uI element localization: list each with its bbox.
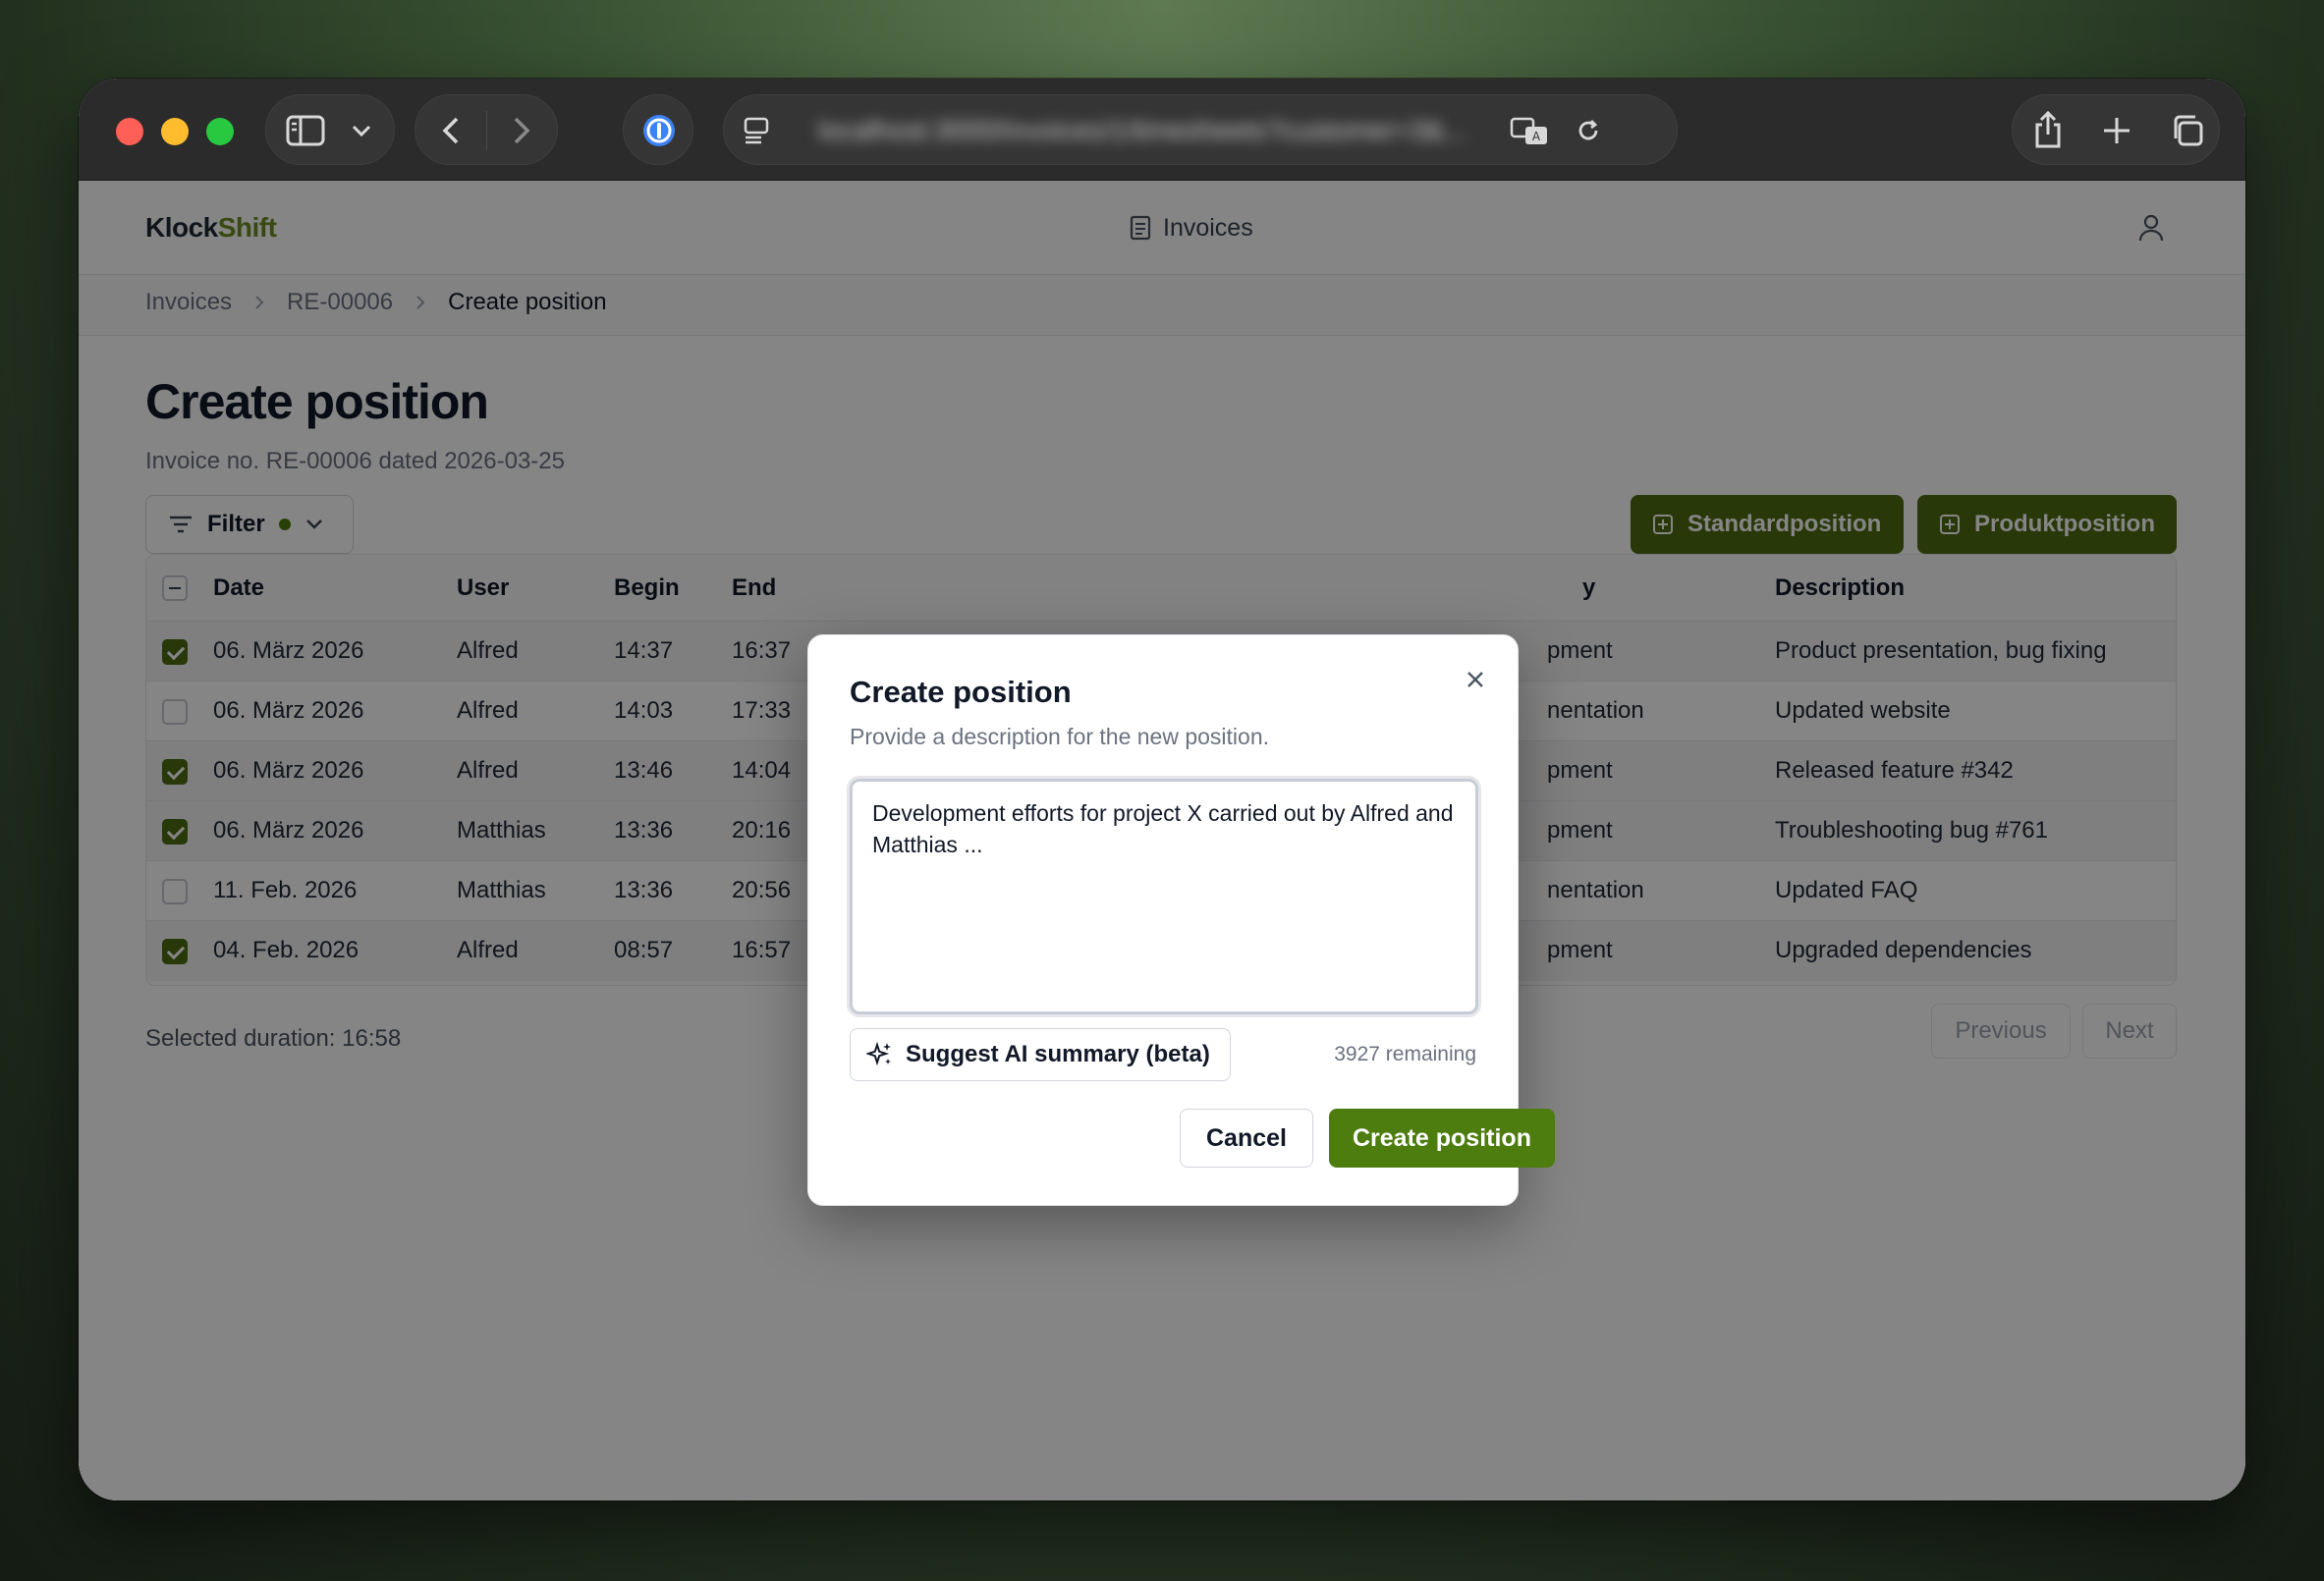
back-arrow-icon[interactable]: [439, 115, 463, 146]
dialog-title: Create position: [850, 675, 1072, 709]
create-position-dialog: Create position Provide a description fo…: [807, 634, 1555, 1206]
page-menu-icon[interactable]: [742, 115, 771, 146]
sidebar-icon[interactable]: [286, 115, 325, 146]
address-bar[interactable]: localhost:3000/invoices/1/timesheets?cus…: [723, 94, 1678, 165]
share-icon[interactable]: [2032, 109, 2064, 150]
sidebar-toggle-group: [265, 94, 395, 165]
translate-icon[interactable]: A: [1510, 115, 1549, 146]
browser-toolbar: localhost:3000/invoices/1/timesheets?cus…: [79, 79, 2245, 181]
position-description-textarea[interactable]: Development efforts for project X carrie…: [850, 779, 1478, 1014]
url-text: localhost:3000/invoices/1/timesheets?cus…: [818, 115, 1466, 145]
forward-arrow-icon[interactable]: [510, 115, 533, 146]
browser-window: localhost:3000/invoices/1/timesheets?cus…: [79, 79, 2245, 1500]
password-manager-icon: [643, 115, 675, 146]
dialog-description: Provide a description for the new positi…: [850, 724, 1270, 749]
minimize-window-button[interactable]: [161, 118, 189, 145]
cancel-button[interactable]: Cancel: [1180, 1109, 1313, 1168]
app-content: KlockShift Invoices Invoices RE-00006 Cr…: [79, 181, 2245, 1500]
zoom-window-button[interactable]: [206, 118, 234, 145]
remaining-characters: 3927 remaining: [1334, 1043, 1476, 1065]
window-actions-group: [2012, 94, 2220, 165]
new-tab-icon[interactable]: [2101, 115, 2132, 146]
suggest-ai-summary-label: Suggest AI summary (beta): [906, 1041, 1210, 1067]
close-icon[interactable]: [1461, 665, 1490, 694]
suggest-ai-summary-button[interactable]: Suggest AI summary (beta): [850, 1028, 1231, 1081]
tab-overview-icon[interactable]: [2170, 113, 2205, 148]
password-manager-button[interactable]: [623, 94, 693, 165]
svg-text:A: A: [1532, 130, 1541, 143]
sparkles-icon: [866, 1041, 891, 1066]
chevron-down-icon[interactable]: [351, 123, 372, 138]
close-window-button[interactable]: [116, 118, 143, 145]
reload-icon[interactable]: [1575, 117, 1602, 144]
create-position-button[interactable]: Create position: [1329, 1109, 1555, 1168]
history-nav-group: [415, 94, 558, 165]
